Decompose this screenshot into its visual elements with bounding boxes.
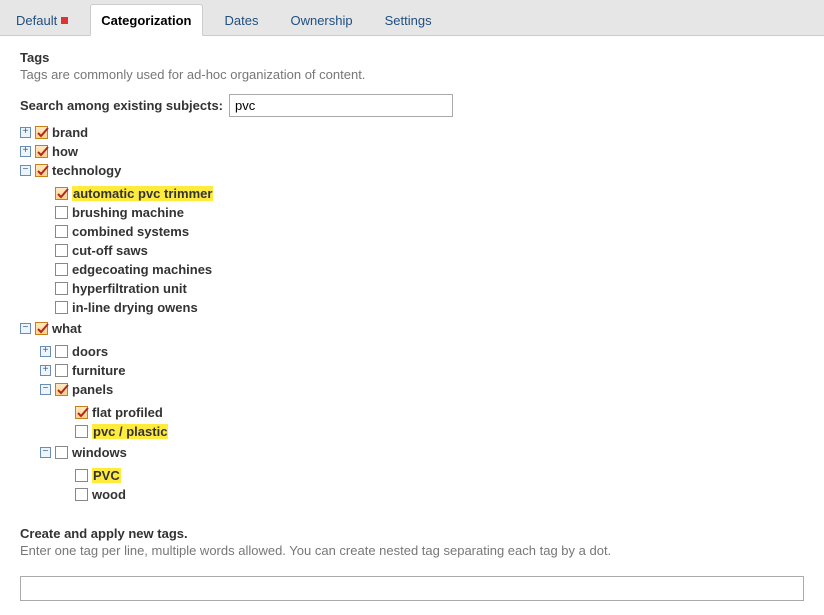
checkbox[interactable] [55, 244, 68, 257]
node-label: furniture [72, 363, 125, 378]
tree-node-doors: + doors [40, 342, 804, 361]
toggle-spacer [40, 264, 51, 275]
checkbox[interactable] [55, 187, 68, 200]
tree-node-pvc-plastic: pvc / plastic [60, 422, 804, 441]
tab-settings[interactable]: Settings [375, 5, 442, 35]
toggle-spacer [40, 188, 51, 199]
tree-node-pvc: PVC [60, 466, 804, 485]
checkbox[interactable] [55, 263, 68, 276]
checkbox[interactable] [75, 488, 88, 501]
tree-node-inline-drying-owens: in-line drying owens [40, 298, 804, 317]
tab-categorization[interactable]: Categorization [90, 4, 202, 36]
tree-node-windows: − windows PVC wood [40, 443, 804, 506]
checkbox[interactable] [35, 126, 48, 139]
collapse-toggle-icon[interactable]: − [40, 384, 51, 395]
checkbox[interactable] [55, 383, 68, 396]
dirty-indicator-icon [61, 17, 68, 24]
checkbox[interactable] [55, 301, 68, 314]
toggle-spacer [40, 245, 51, 256]
tab-ownership[interactable]: Ownership [280, 5, 362, 35]
checkbox[interactable] [35, 164, 48, 177]
checkbox[interactable] [35, 322, 48, 335]
toggle-spacer [60, 407, 71, 418]
tab-bar: Default Categorization Dates Ownership S… [0, 0, 824, 36]
checkbox[interactable] [55, 282, 68, 295]
tab-label: Settings [385, 13, 432, 28]
checkbox[interactable] [55, 364, 68, 377]
checkbox[interactable] [55, 206, 68, 219]
expand-toggle-icon[interactable]: + [40, 365, 51, 376]
tree-node-furniture: + furniture [40, 361, 804, 380]
tab-label: Categorization [101, 13, 191, 28]
node-label: windows [72, 445, 127, 460]
tab-label: Dates [225, 13, 259, 28]
subject-tree: + brand + how − technology automatic pvc… [20, 123, 804, 508]
toggle-spacer [40, 302, 51, 313]
node-label: how [52, 144, 78, 159]
checkbox[interactable] [55, 225, 68, 238]
checkbox[interactable] [75, 425, 88, 438]
create-tags-section: Create and apply new tags. Enter one tag… [20, 526, 804, 601]
checkbox[interactable] [55, 345, 68, 358]
create-tags-title: Create and apply new tags. [20, 526, 804, 541]
node-label: what [52, 321, 82, 336]
node-label: automatic pvc trimmer [72, 186, 213, 201]
checkbox[interactable] [35, 145, 48, 158]
tab-default[interactable]: Default [6, 5, 78, 35]
node-label: wood [92, 487, 126, 502]
node-label: doors [72, 344, 108, 359]
toggle-spacer [40, 207, 51, 218]
tab-dates[interactable]: Dates [215, 5, 269, 35]
node-label: brand [52, 125, 88, 140]
tree-node-technology: − technology automatic pvc trimmer brush… [20, 161, 804, 319]
toggle-spacer [60, 426, 71, 437]
tree-node-automatic-pvc-trimmer: automatic pvc trimmer [40, 184, 804, 203]
toggle-spacer [40, 226, 51, 237]
tree-node-panels: − panels flat profiled pvc / plastic [40, 380, 804, 443]
tree-node-how: + how [20, 142, 804, 161]
tree-node-hyperfiltration-unit: hyperfiltration unit [40, 279, 804, 298]
tree-node-what: − what + doors + furniture − panels [20, 319, 804, 508]
node-label: edgecoating machines [72, 262, 212, 277]
tree-node-flat-profiled: flat profiled [60, 403, 804, 422]
tab-label: Ownership [290, 13, 352, 28]
tree-node-brand: + brand [20, 123, 804, 142]
node-label: panels [72, 382, 113, 397]
content-pane: Tags Tags are commonly used for ad-hoc o… [0, 36, 824, 615]
collapse-toggle-icon[interactable]: − [40, 447, 51, 458]
search-input[interactable] [229, 94, 453, 117]
node-label: cut-off saws [72, 243, 148, 258]
search-label: Search among existing subjects: [20, 98, 223, 113]
checkbox[interactable] [75, 469, 88, 482]
tree-node-edgecoating-machines: edgecoating machines [40, 260, 804, 279]
create-tags-description: Enter one tag per line, multiple words a… [20, 543, 804, 558]
tab-label: Default [16, 13, 57, 28]
search-row: Search among existing subjects: [20, 94, 804, 117]
node-label: flat profiled [92, 405, 163, 420]
node-label: in-line drying owens [72, 300, 198, 315]
expand-toggle-icon[interactable]: + [40, 346, 51, 357]
node-label: PVC [92, 468, 121, 483]
checkbox[interactable] [75, 406, 88, 419]
checkbox[interactable] [55, 446, 68, 459]
section-title: Tags [20, 50, 804, 65]
collapse-toggle-icon[interactable]: − [20, 165, 31, 176]
toggle-spacer [60, 470, 71, 481]
tree-node-wood: wood [60, 485, 804, 504]
section-description: Tags are commonly used for ad-hoc organi… [20, 67, 804, 82]
node-label: hyperfiltration unit [72, 281, 187, 296]
create-tags-input[interactable] [20, 576, 804, 601]
expand-toggle-icon[interactable]: + [20, 127, 31, 138]
toggle-spacer [60, 489, 71, 500]
expand-toggle-icon[interactable]: + [20, 146, 31, 157]
collapse-toggle-icon[interactable]: − [20, 323, 31, 334]
tree-node-brushing-machine: brushing machine [40, 203, 804, 222]
node-label: brushing machine [72, 205, 184, 220]
toggle-spacer [40, 283, 51, 294]
node-label: combined systems [72, 224, 189, 239]
tree-node-combined-systems: combined systems [40, 222, 804, 241]
node-label: pvc / plastic [92, 424, 168, 439]
node-label: technology [52, 163, 121, 178]
tree-node-cut-off-saws: cut-off saws [40, 241, 804, 260]
